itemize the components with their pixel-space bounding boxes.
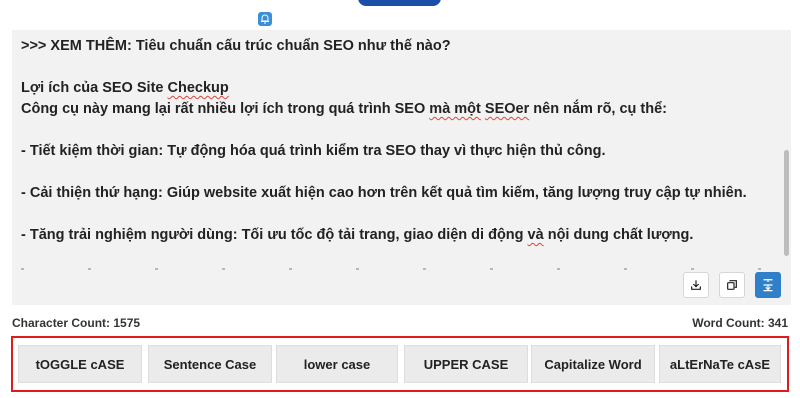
download-button[interactable]	[683, 272, 709, 298]
editor-content[interactable]: >>> XEM THÊM: Tiêu chuẩn cấu trúc chuẩn …	[21, 36, 761, 268]
cut-off-text-line	[21, 268, 761, 271]
scrollbar-thumb[interactable]	[784, 150, 789, 256]
editor-line: - Tăng trải nghiệm người dùng: Tối ưu tố…	[21, 227, 694, 243]
top-tab[interactable]	[358, 0, 441, 6]
editor-line: - Cải thiện thứ hạng: Giúp website xuất …	[21, 185, 747, 201]
spellcheck-word: và	[527, 227, 544, 243]
spellcheck-word: Checkup	[167, 80, 229, 96]
case-buttons-highlight: tOGGLE cASE Sentence Case lower case UPP…	[11, 336, 789, 392]
format-text-button[interactable]	[755, 272, 781, 298]
editor-line: Lợi ích của SEO Site Checkup	[21, 80, 229, 96]
toggle-case-button[interactable]: tOGGLE cASE	[18, 345, 142, 383]
copy-icon	[727, 280, 737, 290]
capitalize-word-button[interactable]: Capitalize Word	[531, 345, 655, 383]
copy-button[interactable]	[719, 272, 745, 298]
text-align-icon	[763, 279, 773, 292]
editor-line: - Tiết kiệm thời gian: Tự động hóa quá t…	[21, 143, 606, 159]
download-icon	[691, 280, 701, 290]
alternate-case-button[interactable]: aLtErNaTe cAsE	[659, 345, 781, 383]
editor-blank-line	[21, 57, 761, 78]
editor-line: >>> XEM THÊM: Tiêu chuẩn cấu trúc chuẩn …	[21, 38, 451, 54]
editor-blank-line	[21, 204, 761, 225]
spellcheck-word: mà một	[429, 101, 481, 117]
count-bar: Character Count: 1575 Word Count: 341	[12, 316, 788, 332]
character-count: Character Count: 1575	[12, 316, 141, 330]
editor-blank-line	[21, 120, 761, 141]
editor-scrollbar[interactable]	[781, 30, 791, 305]
lower-case-button[interactable]: lower case	[276, 345, 398, 383]
text-editor[interactable]: >>> XEM THÊM: Tiêu chuẩn cấu trúc chuẩn …	[12, 30, 791, 305]
word-count: Word Count: 341	[692, 316, 788, 330]
upper-case-button[interactable]: UPPER CASE	[404, 345, 528, 383]
editor-line: Công cụ này mang lại rất nhiều lợi ích t…	[21, 101, 668, 117]
bell-icon[interactable]	[258, 12, 272, 26]
spellcheck-word: SEOer	[484, 101, 530, 117]
sentence-case-button[interactable]: Sentence Case	[148, 345, 272, 383]
editor-blank-line	[21, 162, 761, 183]
